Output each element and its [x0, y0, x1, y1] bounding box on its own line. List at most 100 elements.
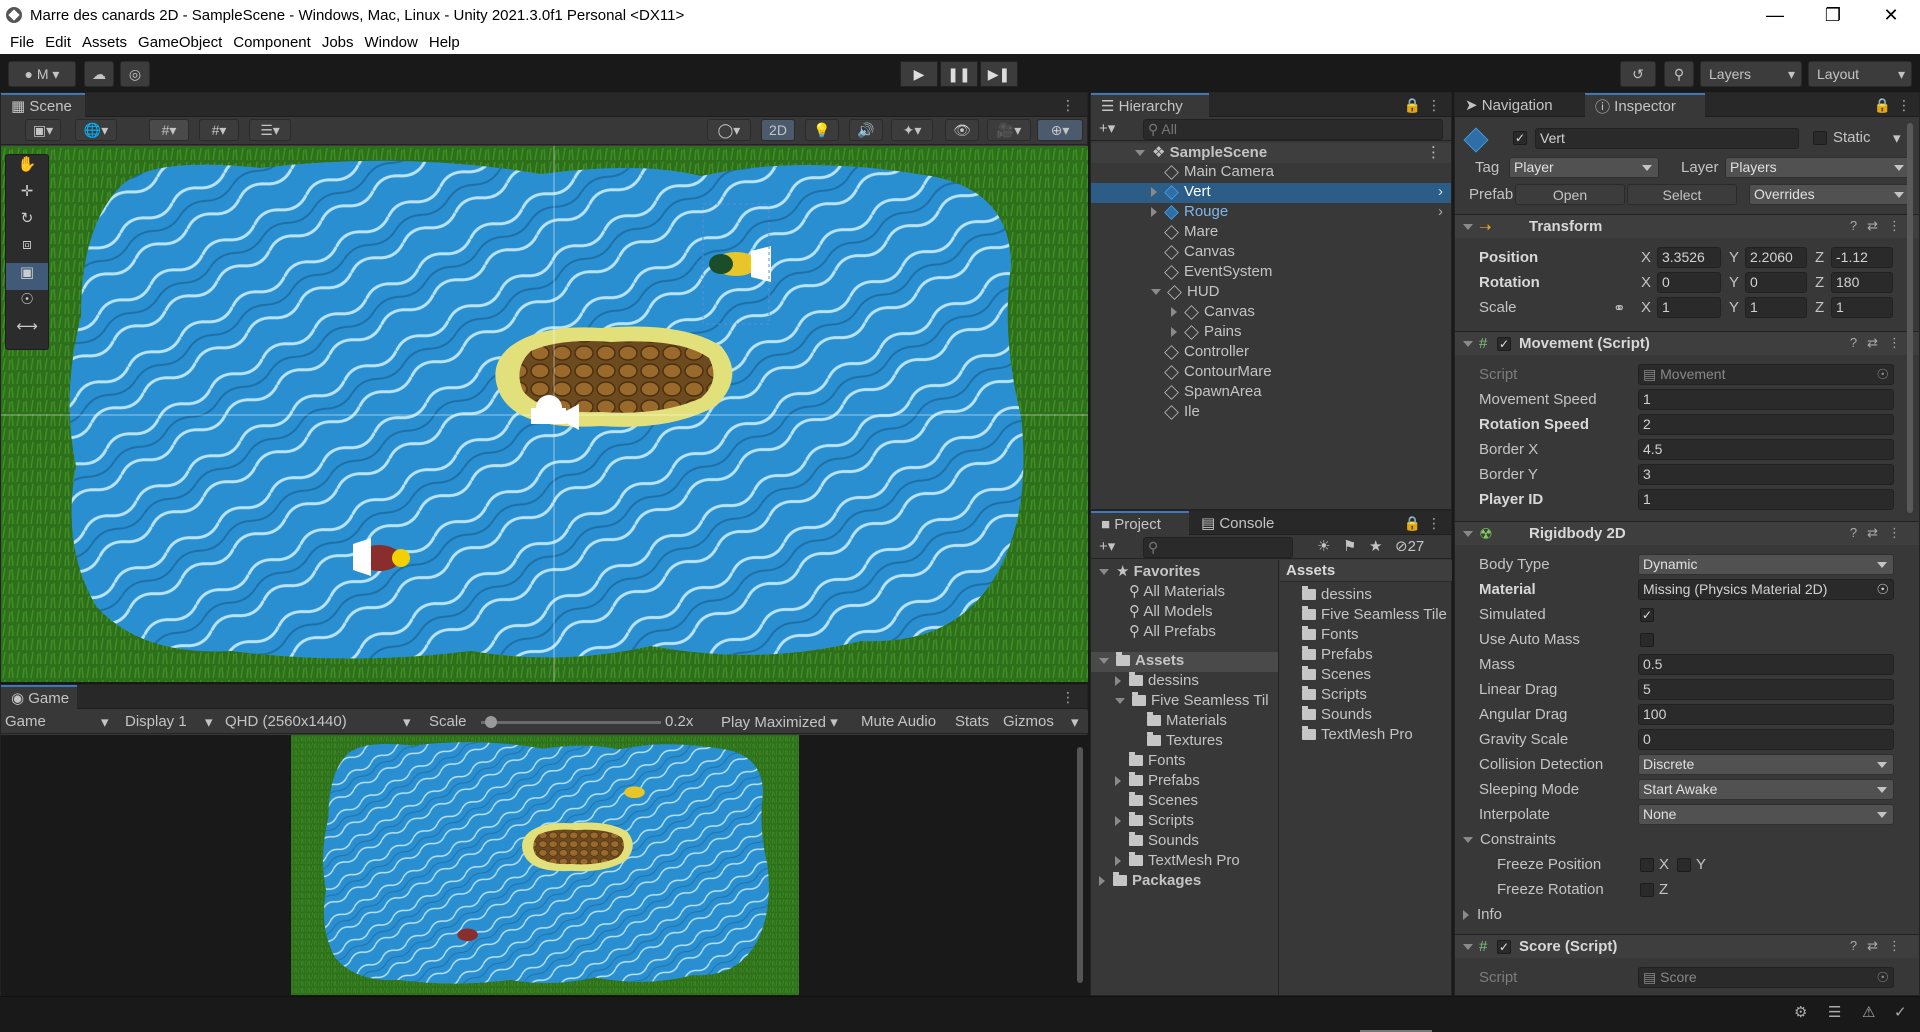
close-icon[interactable]: ✕ [1862, 0, 1920, 30]
project-search-input[interactable]: ⚲ [1143, 537, 1293, 558]
scale-x-field[interactable]: 1 [1657, 297, 1721, 318]
position-z-field[interactable]: -1.12 [1831, 247, 1893, 268]
prefab-open-button[interactable]: Open [1515, 184, 1625, 205]
menu-help[interactable]: Help [429, 34, 460, 51]
list-item[interactable]: Scenes [1280, 665, 1452, 686]
score-enabled-checkbox[interactable]: ✓ [1497, 940, 1511, 954]
grid-snap-icon[interactable]: #▾ [149, 119, 189, 141]
scale-z-field[interactable]: 1 [1831, 297, 1893, 318]
movement-enabled-checkbox[interactable]: ✓ [1497, 337, 1511, 351]
border-y-field[interactable]: 3 [1638, 464, 1894, 485]
component-actions[interactable]: ?⇄⋮ [1850, 335, 1911, 351]
menu-edit[interactable]: Edit [45, 34, 71, 51]
list-item[interactable]: Ile [1091, 403, 1451, 423]
grid-icon[interactable]: #▾ [199, 119, 239, 141]
prefab-select-button[interactable]: Select [1627, 184, 1737, 205]
menu-file[interactable]: File [10, 34, 34, 51]
angular-drag-field[interactable]: 100 [1638, 704, 1894, 725]
progress-icon[interactable]: ☰ [1828, 1003, 1841, 1021]
freeze-rotation-z-checkbox[interactable] [1640, 883, 1654, 897]
list-item[interactable]: Canvas [1091, 303, 1451, 323]
list-item[interactable]: Textures [1091, 731, 1278, 752]
tab-scene[interactable]: ▦ Scene [1, 93, 85, 117]
list-item[interactable]: Sounds [1280, 705, 1452, 726]
static-checkbox[interactable] [1813, 131, 1827, 145]
collision-detection-dropdown[interactable]: Discrete [1638, 754, 1894, 775]
body-type-dropdown[interactable]: Dynamic [1638, 554, 1894, 575]
visibility-icon[interactable]: 👁 [945, 119, 979, 141]
lighting-icon[interactable]: 💡 [805, 119, 839, 141]
list-item[interactable]: Fonts [1280, 625, 1452, 646]
layers-dropdown[interactable]: Layers ▾ [1700, 61, 1802, 87]
scrollbar[interactable] [1907, 123, 1913, 513]
player-id-field[interactable]: 1 [1638, 489, 1894, 510]
rotation-x-field[interactable]: 0 [1657, 272, 1721, 293]
packages-row[interactable]: Packages [1091, 871, 1278, 892]
gizmos-icon[interactable]: ⊕▾ [1037, 119, 1083, 141]
scale-tool-icon[interactable]: ⧈ [6, 236, 48, 263]
favorites-row[interactable]: ★ Favorites [1091, 562, 1278, 582]
component-actions[interactable]: ?⇄⋮ [1850, 938, 1911, 954]
list-item[interactable]: Sounds [1091, 831, 1278, 852]
rect-tool-icon[interactable]: ▣ [6, 263, 48, 290]
lock-icon[interactable]: 🔒 [1874, 97, 1891, 114]
list-item[interactable]: ⚲ All Prefabs [1091, 622, 1278, 642]
list-item[interactable]: HUD [1091, 283, 1451, 303]
list-item[interactable]: Controller [1091, 343, 1451, 363]
menu-jobs[interactable]: Jobs [322, 34, 354, 51]
gizmos-toggle[interactable]: Gizmos [1003, 713, 1054, 730]
list-item[interactable]: Rouge › [1091, 203, 1451, 223]
scale-y-field[interactable]: 1 [1745, 297, 1807, 318]
hand-tool-icon[interactable]: ✋ [6, 155, 48, 182]
game-view-dropdown[interactable]: Game ▾ [5, 713, 111, 731]
more-icon[interactable]: ⋮ [1061, 689, 1075, 706]
score-header[interactable]: # ✓ Score (Script) ?⇄⋮ [1455, 934, 1919, 958]
list-item[interactable]: Pains [1091, 323, 1451, 343]
more-icon[interactable]: ⋮ [1897, 97, 1911, 114]
step-button[interactable]: ▶❚ [980, 61, 1018, 87]
border-x-field[interactable]: 4.5 [1638, 439, 1894, 460]
check-icon[interactable]: ✓ [1894, 1003, 1907, 1021]
rigidbody-header[interactable]: ☢ Rigidbody 2D ?⇄⋮ [1455, 521, 1919, 545]
scene-view[interactable]: ✋ ✛ ↻ ⧈ ▣ ☉ ⟷ [1, 146, 1088, 682]
rotation-z-field[interactable]: 180 [1831, 272, 1893, 293]
lock-icon[interactable]: 🔒 [1404, 97, 1421, 114]
game-render[interactable] [291, 735, 799, 995]
globe-icon[interactable]: 🌐▾ [75, 119, 117, 141]
custom-tool-icon[interactable]: ⟷ [6, 317, 48, 344]
tab-navigation[interactable]: ➤ Navigation [1455, 93, 1585, 117]
component-actions[interactable]: ?⇄⋮ [1850, 218, 1911, 234]
movement-speed-field[interactable]: 1 [1638, 389, 1894, 410]
info-foldout[interactable]: Info [1463, 906, 1502, 923]
mass-field[interactable]: 0.5 [1638, 654, 1894, 675]
collab-icon[interactable]: ◎ [120, 61, 150, 87]
lock-icon[interactable]: 🔒 [1404, 515, 1421, 532]
movement-header[interactable]: # ✓ Movement (Script) ?⇄⋮ [1455, 331, 1919, 355]
more-icon[interactable]: ⋮ [1426, 143, 1441, 161]
gravity-scale-field[interactable]: 0 [1638, 729, 1894, 750]
linear-drag-field[interactable]: 5 [1638, 679, 1894, 700]
tag-icon[interactable]: ⚑ [1343, 537, 1356, 555]
cloud-icon[interactable]: ☁ [84, 61, 114, 87]
component-actions[interactable]: ?⇄⋮ [1850, 525, 1911, 541]
scrollbar[interactable] [1077, 747, 1083, 983]
list-item[interactable]: Scenes [1091, 791, 1278, 812]
link-icon[interactable]: ⚭ [1613, 299, 1626, 317]
tab-inspector[interactable]: ⓘ Inspector [1585, 93, 1705, 117]
list-item[interactable]: dessins [1280, 585, 1452, 606]
list-item[interactable]: SpawnArea [1091, 383, 1451, 403]
active-checkbox[interactable]: ✓ [1513, 131, 1527, 145]
debug-icon[interactable]: ⚙ [1794, 1003, 1807, 1021]
auto-mass-checkbox[interactable] [1640, 633, 1654, 647]
display-dropdown[interactable]: Display 1 ▾ [125, 713, 217, 731]
constraints-foldout[interactable]: Constraints [1463, 831, 1556, 848]
list-item[interactable]: Scripts [1091, 811, 1278, 832]
chevron-right-icon[interactable]: › [1438, 203, 1443, 220]
chevron-right-icon[interactable]: › [1438, 183, 1443, 200]
list-item[interactable]: Mare [1091, 223, 1451, 243]
menu-assets[interactable]: Assets [82, 34, 127, 51]
menu-component[interactable]: Component [233, 34, 311, 51]
list-item[interactable]: Prefabs [1280, 645, 1452, 666]
scale-slider[interactable] [481, 716, 661, 728]
list-item[interactable]: Five Seamless Tile [1280, 605, 1452, 626]
